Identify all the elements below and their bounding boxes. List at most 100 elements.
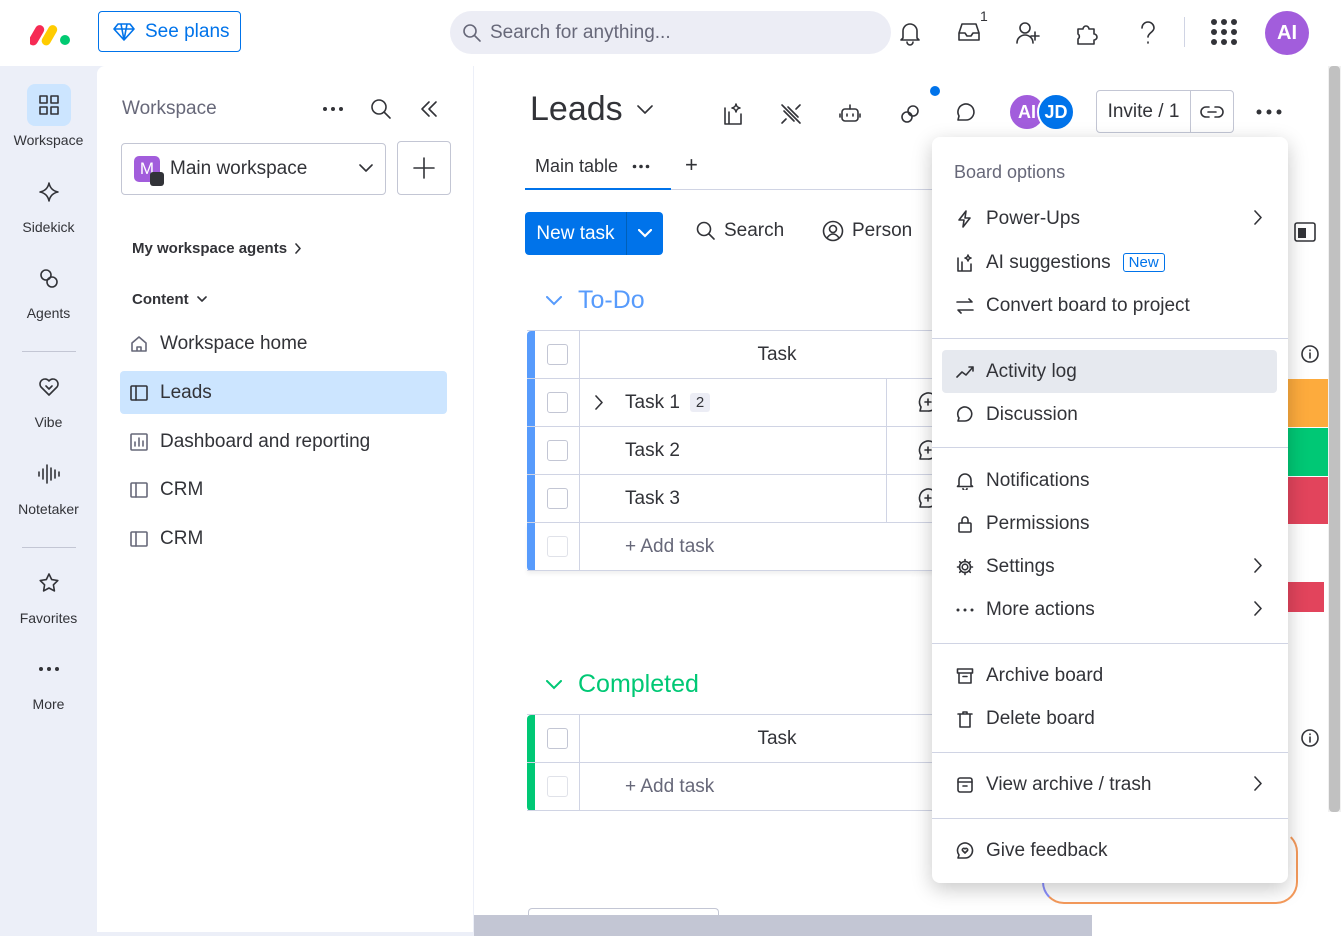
menu-item-view-archive[interactable]: View archive / trash bbox=[942, 763, 1277, 806]
menu-item-ai-suggestions[interactable]: AI suggestions New bbox=[942, 241, 1277, 284]
group-title-completed[interactable]: Completed bbox=[546, 670, 699, 699]
apps-puzzle-icon[interactable] bbox=[1074, 20, 1100, 46]
task-name[interactable]: Task 3 bbox=[625, 488, 680, 510]
automations-robot-icon[interactable] bbox=[838, 102, 862, 126]
person-filter-button[interactable]: Person bbox=[822, 220, 912, 242]
new-task-button[interactable]: New task bbox=[525, 212, 663, 255]
horizontal-scrollbar[interactable] bbox=[474, 915, 1092, 936]
monday-logo[interactable] bbox=[30, 20, 72, 46]
table-row[interactable]: Task 1 2 bbox=[527, 379, 947, 427]
row-checkbox[interactable] bbox=[547, 440, 568, 461]
menu-divider bbox=[932, 752, 1288, 753]
select-all-checkbox[interactable] bbox=[547, 344, 568, 365]
menu-item-activity-log[interactable]: Activity log bbox=[942, 350, 1277, 393]
global-search-input[interactable]: Search for anything... bbox=[450, 11, 891, 54]
user-avatar[interactable]: AI bbox=[1265, 11, 1309, 55]
help-icon[interactable] bbox=[1138, 20, 1158, 46]
rail-label: Workspace bbox=[13, 132, 84, 148]
content-section-toggle[interactable]: Content bbox=[132, 291, 207, 308]
status-cell[interactable] bbox=[1288, 428, 1328, 476]
status-cell[interactable] bbox=[1288, 477, 1328, 524]
rail-item-workspace[interactable]: Workspace bbox=[0, 84, 97, 148]
menu-item-permissions[interactable]: Permissions bbox=[942, 502, 1277, 545]
rail-item-notetaker[interactable]: Notetaker bbox=[0, 453, 97, 517]
menu-item-notifications[interactable]: Notifications bbox=[942, 459, 1277, 502]
scrollbar-thumb[interactable] bbox=[1329, 66, 1340, 812]
workspace-agents-link[interactable]: My workspace agents bbox=[132, 240, 302, 257]
task-name[interactable]: Task 2 bbox=[625, 440, 680, 462]
chevron-down-icon[interactable] bbox=[627, 212, 663, 255]
menu-item-discussion[interactable]: Discussion bbox=[942, 393, 1277, 436]
menu-item-more-actions[interactable]: More actions bbox=[942, 588, 1277, 631]
sidebar-panel-icon[interactable] bbox=[1294, 222, 1316, 242]
copy-link-icon[interactable] bbox=[1191, 91, 1233, 132]
rail-item-vibe[interactable]: Vibe bbox=[0, 366, 97, 430]
rail-item-agents[interactable]: Agents bbox=[0, 257, 97, 321]
rail-label: More bbox=[32, 696, 65, 712]
search-icon bbox=[696, 221, 716, 241]
group-table-todo: Task Task 1 2 Task 2 Task 3 + Add task bbox=[527, 330, 947, 571]
person-filter-label: Person bbox=[852, 220, 913, 241]
see-plans-button[interactable]: See plans bbox=[98, 11, 241, 52]
add-task-row[interactable]: + Add task bbox=[527, 523, 947, 571]
sidebar-item-crm[interactable]: CRM bbox=[120, 468, 447, 511]
bell-icon[interactable] bbox=[898, 20, 922, 46]
info-icon[interactable] bbox=[1300, 728, 1320, 748]
member-avatar[interactable]: JD bbox=[1037, 93, 1075, 131]
add-task-input[interactable]: + Add task bbox=[625, 776, 714, 798]
info-icon[interactable] bbox=[1300, 344, 1320, 364]
board-title[interactable]: Leads bbox=[530, 90, 653, 129]
task-name[interactable]: Task 1 2 bbox=[625, 392, 711, 414]
menu-item-convert-board[interactable]: Convert board to project bbox=[942, 284, 1277, 327]
menu-item-delete-board[interactable]: Delete board bbox=[942, 697, 1277, 740]
workspace-selector[interactable]: M Main workspace bbox=[121, 143, 386, 195]
app-switcher-icon[interactable] bbox=[1210, 18, 1238, 46]
more-dots-icon[interactable] bbox=[632, 164, 650, 169]
chevron-down-icon[interactable] bbox=[546, 679, 562, 690]
rail-item-sidekick[interactable]: Sidekick bbox=[0, 171, 97, 235]
more-dots-icon[interactable] bbox=[322, 106, 344, 112]
invite-button[interactable]: Invite / 1 bbox=[1096, 90, 1234, 133]
add-view-button[interactable]: + bbox=[685, 152, 698, 178]
new-task-label: New task bbox=[525, 212, 627, 255]
sidebar-item-leads[interactable]: Leads bbox=[120, 371, 447, 414]
table-row[interactable]: Task 2 bbox=[527, 427, 947, 475]
tab-main-table[interactable]: Main table bbox=[525, 144, 671, 190]
chevron-right-icon[interactable] bbox=[595, 395, 604, 410]
menu-item-settings[interactable]: Settings bbox=[942, 545, 1277, 588]
chevron-right-icon bbox=[1254, 558, 1263, 573]
search-filter-button[interactable]: Search bbox=[696, 220, 784, 242]
agents-icon[interactable] bbox=[898, 102, 922, 126]
feedback-heart-icon bbox=[956, 841, 974, 860]
table-row[interactable]: Task 3 bbox=[527, 475, 947, 523]
integrations-icon[interactable] bbox=[779, 102, 803, 126]
sidebar-item-workspace-home[interactable]: Workspace home bbox=[120, 322, 447, 365]
menu-divider bbox=[932, 643, 1288, 644]
group-title-todo[interactable]: To-Do bbox=[546, 286, 645, 315]
inbox-icon[interactable] bbox=[956, 20, 982, 44]
row-checkbox[interactable] bbox=[547, 392, 568, 413]
ai-sidekick-icon[interactable] bbox=[721, 102, 745, 126]
more-dots-icon bbox=[956, 608, 974, 612]
chevron-down-icon[interactable] bbox=[546, 295, 562, 306]
add-task-input[interactable]: + Add task bbox=[625, 536, 714, 558]
rail-item-more[interactable]: More bbox=[0, 648, 97, 712]
status-cell[interactable] bbox=[1288, 379, 1328, 427]
board-title-text: Leads bbox=[530, 90, 623, 128]
chat-bubble-icon[interactable] bbox=[954, 102, 978, 126]
search-icon[interactable] bbox=[370, 98, 392, 120]
rail-item-favorites[interactable]: Favorites bbox=[0, 562, 97, 626]
sidebar-item-crm[interactable]: CRM bbox=[120, 517, 447, 560]
row-checkbox[interactable] bbox=[547, 488, 568, 509]
sidebar-item-dashboard[interactable]: Dashboard and reporting bbox=[120, 420, 447, 463]
add-item-button[interactable] bbox=[397, 141, 451, 195]
menu-item-power-ups[interactable]: Power-Ups bbox=[942, 197, 1277, 240]
menu-item-give-feedback[interactable]: Give feedback bbox=[942, 829, 1277, 872]
menu-item-archive-board[interactable]: Archive board bbox=[942, 654, 1277, 697]
invite-members-icon[interactable] bbox=[1015, 20, 1041, 46]
collapse-sidebar-icon[interactable] bbox=[419, 100, 439, 118]
select-all-checkbox[interactable] bbox=[547, 728, 568, 749]
board-options-icon[interactable] bbox=[1256, 109, 1282, 115]
add-task-row[interactable]: + Add task bbox=[527, 763, 947, 811]
heart-icon bbox=[27, 366, 71, 408]
